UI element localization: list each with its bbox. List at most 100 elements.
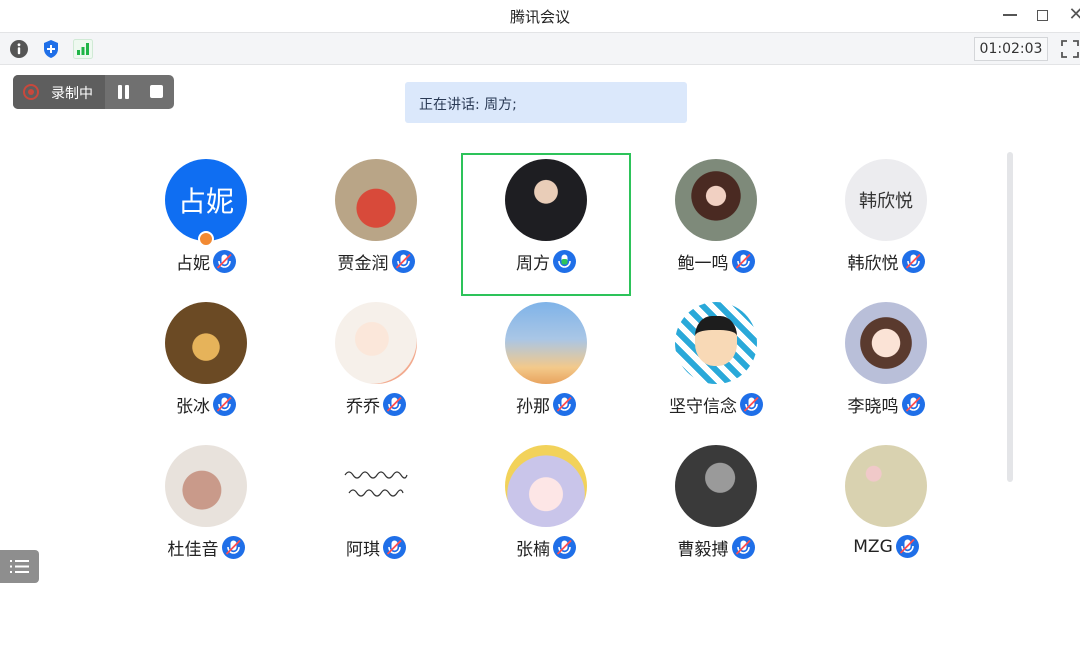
participant-name-line: 贾金润 <box>291 249 461 274</box>
mic-muted-icon[interactable] <box>391 250 415 273</box>
participant-name: 孙那 <box>516 397 550 417</box>
avatar <box>165 302 247 384</box>
avatar <box>675 159 757 241</box>
mic-muted-icon[interactable] <box>895 535 919 558</box>
participant-name: 张冰 <box>176 397 210 417</box>
info-button[interactable] <box>8 38 30 60</box>
avatar: 韩欣悦 <box>845 159 927 241</box>
recording-label: 录制中 <box>51 86 93 102</box>
speaking-text: 正在讲话: 周方; <box>419 97 517 113</box>
network-button[interactable] <box>72 38 94 60</box>
participant-name: 贾金润 <box>337 254 389 274</box>
mic-muted-icon[interactable] <box>731 250 755 273</box>
speaking-banner: 正在讲话: 周方; <box>405 82 687 123</box>
close-icon: ✕ <box>1068 4 1080 25</box>
participant-tile[interactable]: 乔乔 <box>291 296 461 439</box>
info-icon <box>10 40 28 58</box>
participant-name: MZG <box>853 536 893 557</box>
fullscreen-icon <box>1061 40 1079 58</box>
participant-tile[interactable]: 贾金润 <box>291 153 461 296</box>
participant-name: 杜佳音 <box>167 540 219 560</box>
host-badge-icon <box>198 231 214 247</box>
participant-tile-active[interactable]: 周方 <box>461 153 631 296</box>
participant-name: 李晓鸣 <box>847 397 899 417</box>
participant-name: 周方 <box>516 254 550 274</box>
participant-tile[interactable]: 占妮 占妮 <box>121 153 291 296</box>
record-icon <box>23 84 39 100</box>
list-icon <box>10 560 29 573</box>
participant-tile[interactable]: 曹毅搏 <box>631 439 801 582</box>
avatar <box>335 159 417 241</box>
participant-name-line: 孙那 <box>461 392 631 417</box>
stop-recording-button[interactable] <box>150 85 163 98</box>
participant-name-line: 鲍一鸣 <box>631 249 801 274</box>
avatar <box>335 445 417 527</box>
mic-muted-icon[interactable] <box>383 536 406 559</box>
participant-tile[interactable]: 李晓鸣 <box>801 296 971 439</box>
participant-tile[interactable]: 阿琪 <box>291 439 461 582</box>
maximize-button[interactable] <box>1028 4 1056 26</box>
cartoon-face-icon <box>695 316 737 366</box>
avatar <box>675 445 757 527</box>
participant-name: 乔乔 <box>346 397 380 417</box>
avatar <box>505 302 587 384</box>
avatar <box>845 445 927 527</box>
participant-name-line: 韩欣悦 <box>801 249 971 274</box>
mic-speaking-icon[interactable] <box>553 250 576 273</box>
participant-name-line: 张冰 <box>121 392 291 417</box>
minimize-icon <box>1003 14 1017 16</box>
participant-name-line: 阿琪 <box>291 535 461 560</box>
participant-name: 张楠 <box>516 540 550 560</box>
grid-scrollbar[interactable] <box>1007 152 1013 482</box>
mic-muted-icon[interactable] <box>213 393 236 416</box>
mic-muted-icon[interactable] <box>553 536 576 559</box>
recording-status: 录制中 <box>13 75 105 109</box>
participant-name-line: MZG <box>801 535 971 558</box>
avatar-text: 占妮 <box>177 185 234 218</box>
mic-muted-icon[interactable] <box>740 393 763 416</box>
participant-tile[interactable]: 孙那 <box>461 296 631 439</box>
close-button[interactable]: ✕ <box>1062 4 1080 26</box>
mic-muted-icon[interactable] <box>901 393 925 416</box>
meeting-toolbar: 01:02:03 <box>0 32 1080 65</box>
security-button[interactable] <box>40 38 62 60</box>
handwriting-avatar-icon <box>344 471 408 497</box>
signal-icon <box>73 39 93 59</box>
avatar-text: 韩欣悦 <box>859 191 913 212</box>
mic-muted-icon[interactable] <box>731 536 755 559</box>
participant-tile[interactable]: 坚守信念 <box>631 296 801 439</box>
participant-name-line: 张楠 <box>461 535 631 560</box>
participant-name: 韩欣悦 <box>847 254 899 274</box>
participant-tile[interactable]: 杜佳音 <box>121 439 291 582</box>
mic-muted-icon[interactable] <box>901 250 925 273</box>
participant-tile[interactable]: 张楠 <box>461 439 631 582</box>
fullscreen-button[interactable] <box>1060 39 1080 59</box>
member-list-button[interactable] <box>0 550 39 583</box>
participant-tile[interactable]: MZG <box>801 439 971 582</box>
participant-name-line: 周方 <box>463 249 629 274</box>
participant-name-line: 曹毅搏 <box>631 535 801 560</box>
shield-icon <box>44 40 58 58</box>
title-bar: 腾讯会议 ✕ <box>0 0 1080 32</box>
minimize-button[interactable] <box>996 4 1024 26</box>
window-title: 腾讯会议 <box>509 8 570 26</box>
mic-muted-icon[interactable] <box>553 393 576 416</box>
participant-tile[interactable]: 韩欣悦 韩欣悦 <box>801 153 971 296</box>
participant-name: 占妮 <box>176 254 210 274</box>
avatar <box>505 159 587 241</box>
pause-recording-button[interactable] <box>117 85 131 99</box>
participant-name-line: 杜佳音 <box>121 535 291 560</box>
mic-muted-icon[interactable] <box>383 393 406 416</box>
maximize-icon <box>1036 9 1048 21</box>
mic-muted-icon[interactable] <box>221 536 245 559</box>
meeting-timer: 01:02:03 <box>974 37 1048 61</box>
participant-tile[interactable]: 鲍一鸣 <box>631 153 801 296</box>
avatar <box>675 302 757 384</box>
participant-name: 坚守信念 <box>669 397 737 417</box>
avatar: 占妮 <box>165 159 247 241</box>
participant-name: 曹毅搏 <box>677 540 729 560</box>
participant-name: 阿琪 <box>346 540 380 560</box>
participant-tile[interactable]: 张冰 <box>121 296 291 439</box>
mic-muted-icon[interactable] <box>213 250 236 273</box>
avatar <box>845 302 927 384</box>
